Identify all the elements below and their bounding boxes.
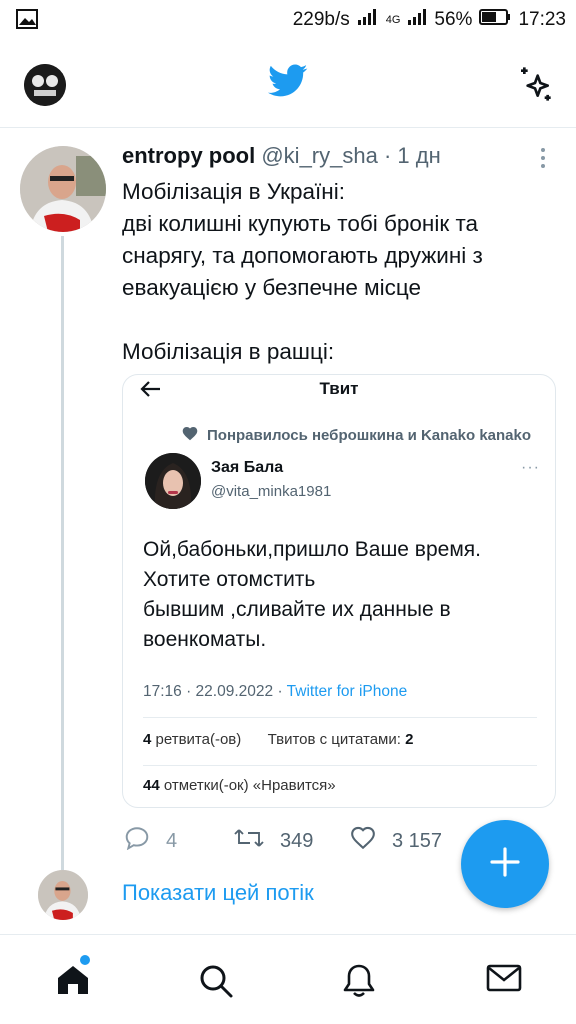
mail-icon bbox=[486, 964, 522, 997]
embedded-image[interactable]: Твит Понравилось неброшкина и Kanako kan… bbox=[122, 374, 556, 808]
home-icon bbox=[55, 966, 91, 1001]
home-tab[interactable] bbox=[55, 963, 91, 1002]
divider bbox=[143, 765, 537, 766]
embedded-timestamp: 17:16 · 22.09.2022 · bbox=[143, 683, 287, 700]
embedded-like-stats: 44 отметки(-ок) «Нравится» bbox=[143, 777, 336, 794]
clock: 17:23 bbox=[518, 9, 566, 30]
reply-count: 4 bbox=[166, 829, 178, 852]
embedded-header: Твит bbox=[123, 375, 555, 405]
embedded-source: Twitter for iPhone bbox=[286, 683, 408, 700]
retweet-button[interactable]: 349 bbox=[234, 826, 313, 856]
notification-dot bbox=[80, 955, 90, 965]
author-avatar[interactable] bbox=[20, 146, 106, 232]
embedded-retweet-stats: 4 ретвита(-ов) Твитов с цитатами: 2 bbox=[143, 731, 413, 748]
battery-percent: 56% bbox=[434, 9, 473, 30]
embedded-meta: 17:16 · 22.09.2022 · Twitter for iPhone bbox=[143, 683, 407, 701]
tweet-line: Мобілізація в Україні: bbox=[122, 179, 345, 204]
network-type: 4G bbox=[385, 14, 401, 26]
thread-author-avatar bbox=[38, 870, 88, 920]
gallery-icon bbox=[16, 9, 38, 35]
quotes-count: 2 bbox=[405, 731, 414, 748]
twitter-bird-icon bbox=[268, 64, 308, 103]
embedded-line: Ой,бабоньки,пришло Ваше время. bbox=[143, 538, 481, 561]
signal-icon bbox=[357, 8, 379, 32]
messages-tab[interactable] bbox=[486, 963, 522, 998]
battery-icon bbox=[479, 9, 511, 31]
top-bar bbox=[0, 40, 576, 128]
search-icon bbox=[198, 965, 234, 1003]
notifications-tab[interactable] bbox=[342, 963, 376, 1004]
embedded-more-icon: ··· bbox=[521, 459, 540, 476]
embedded-author-name: Зая Бала bbox=[211, 459, 284, 476]
account-avatar[interactable] bbox=[24, 64, 66, 106]
tweet-line-blank bbox=[122, 304, 552, 336]
reply-button[interactable]: 4 bbox=[124, 826, 177, 856]
thread-line bbox=[61, 236, 64, 870]
like-button[interactable]: 3 157 bbox=[350, 826, 442, 856]
tweet-line: дві колишні купують тобі бронік та bbox=[122, 211, 479, 236]
embedded-text: Ой,бабоньки,пришло Ваше время. Хотите от… bbox=[143, 535, 543, 655]
embedded-line: военкоматы. bbox=[143, 628, 267, 651]
author-handle[interactable]: @ki_ry_sha bbox=[261, 143, 378, 168]
likes-label: отметки(-ок) «Нравится» bbox=[159, 777, 336, 794]
tweet-header: entropy pool @ki_ry_sha · 1 дн bbox=[122, 142, 441, 170]
more-options-icon[interactable] bbox=[538, 146, 548, 175]
retweet-count: 349 bbox=[280, 829, 314, 852]
retweet-icon bbox=[234, 826, 264, 856]
embedded-line: бывшим ,сливайте их данные в bbox=[143, 598, 451, 621]
reply-icon bbox=[124, 826, 150, 856]
likes-count: 44 bbox=[143, 777, 160, 794]
tweet-text: Мобілізація в Україні: дві колишні купую… bbox=[122, 176, 552, 368]
retweets-label: ретвита(-ов) bbox=[151, 731, 242, 748]
embedded-line: Хотите отомстить bbox=[143, 568, 316, 591]
divider bbox=[143, 717, 537, 718]
show-thread-link[interactable]: Показати цей потік bbox=[122, 880, 314, 906]
tweet-time[interactable]: 1 дн bbox=[397, 143, 440, 168]
tweet-line: евакуацією у безпечне місце bbox=[122, 275, 422, 300]
embedded-avatar bbox=[145, 453, 201, 509]
author-name[interactable]: entropy pool bbox=[122, 143, 255, 168]
bell-icon bbox=[342, 964, 376, 1003]
quotes-label: Твитов с цитатами: bbox=[267, 731, 406, 748]
embedded-author-handle: @vita_minka1981 bbox=[211, 483, 332, 500]
bottom-nav bbox=[0, 934, 576, 1024]
status-bar: 229b/s 4G 56% 17:23 bbox=[0, 0, 576, 40]
search-tab[interactable] bbox=[198, 963, 234, 1004]
show-thread-row[interactable]: Показати цей потік bbox=[0, 866, 576, 930]
separator-dot: · bbox=[383, 143, 392, 168]
embedded-title: Твит bbox=[319, 379, 359, 398]
liked-by: Понравилось неброшкина и Kanako kanako bbox=[181, 425, 531, 445]
like-count: 3 157 bbox=[392, 829, 443, 852]
heart-icon bbox=[181, 425, 199, 445]
tweet-line: снарягу, та допомогають дружині з bbox=[122, 243, 483, 268]
sparkle-icon[interactable] bbox=[516, 64, 556, 109]
network-speed: 229b/s bbox=[292, 9, 350, 30]
signal-icon-2 bbox=[407, 8, 427, 32]
heart-icon bbox=[350, 826, 376, 856]
tweet-line: Мобілізація в рашці: bbox=[122, 339, 335, 364]
liked-by-text: Понравилось неброшкина и Kanako kanako bbox=[207, 426, 532, 444]
